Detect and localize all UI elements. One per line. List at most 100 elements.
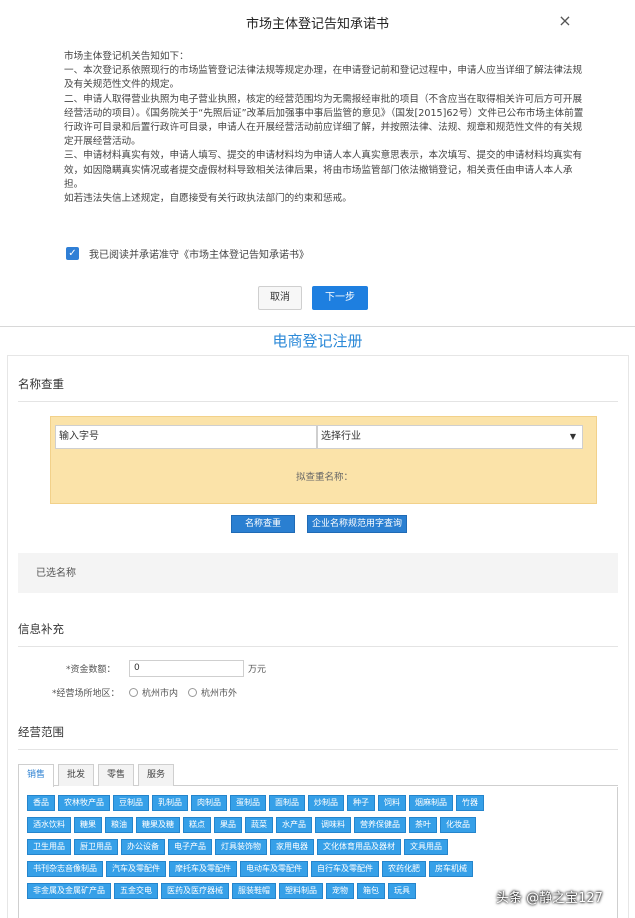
close-icon[interactable]: × (556, 12, 574, 30)
category-chip[interactable]: 箱包 (357, 883, 385, 899)
category-chip[interactable]: 农药化肥 (382, 861, 426, 877)
agree-row[interactable]: ✓ 我已阅读并承诺准守《市场主体登记告知承诺书》 (66, 246, 309, 261)
category-chip[interactable]: 水产品 (276, 817, 312, 833)
page-title: 电商登记注册 (272, 332, 363, 350)
capital-unit: 万元 (248, 665, 267, 675)
notice-text: 市场主体登记机关告知如下： 一、本次登记系依照现行的市场监管登记法律法规等规定办… (64, 50, 584, 206)
category-chip[interactable]: 农林牧产品 (58, 795, 110, 811)
category-chip[interactable]: 果品 (214, 817, 242, 833)
category-row: 书刊杂志音像制品 汽车及零配件 摩托车及零配件 电动车及零配件 自行车及零配件 农药化肥房… (27, 861, 476, 877)
name-norm-query-button[interactable]: 企业名称规范用字查询 (307, 515, 407, 533)
category-chip[interactable]: 酒水饮料 (27, 817, 71, 833)
category-chip[interactable]: 文具用品 (404, 839, 448, 855)
category-chip[interactable]: 粮油 (105, 817, 133, 833)
category-chip[interactable]: 茶叶 (409, 817, 437, 833)
category-row: 香品 农林牧产品 豆制品 乳制品 肉制品 蛋制品 面制品 炒制品 种子 饲料 烟麻制品 竹器 (27, 795, 487, 811)
industry-select[interactable]: 选择行业 ▼ (317, 425, 583, 449)
category-chip[interactable]: 非金属及金属矿产品 (27, 883, 111, 899)
radio-label: 杭州市内 (142, 689, 179, 699)
category-chip[interactable]: 营养保健品 (354, 817, 406, 833)
category-chip[interactable]: 书刊杂志音像制品 (27, 861, 103, 877)
cancel-button[interactable]: 取消 (258, 286, 302, 310)
agree-checkbox[interactable]: ✓ (66, 247, 79, 260)
name-query-panel: 输入字号 选择行业 ▼ 拟查重名称： (50, 416, 597, 504)
category-chip[interactable]: 电子产品 (168, 839, 212, 855)
name-check-button[interactable]: 名称查重 (231, 515, 295, 533)
category-chip[interactable]: 卫生用品 (27, 839, 71, 855)
category-chip[interactable]: 糕点 (183, 817, 211, 833)
capital-input[interactable]: 0 (129, 660, 244, 677)
category-chip[interactable]: 种子 (347, 795, 375, 811)
category-chip[interactable]: 文化体育用品及器材 (317, 839, 401, 855)
registration-form: 名称查重 输入字号 选择行业 ▼ 拟查重名称： 名称查重 企业名称规范用字查询 … (7, 355, 629, 918)
category-chip[interactable]: 自行车及零配件 (311, 861, 379, 877)
category-chip[interactable]: 调味料 (315, 817, 351, 833)
category-chip[interactable]: 饲料 (378, 795, 406, 811)
tab-sales[interactable]: 销售 (18, 764, 54, 787)
category-chip[interactable]: 摩托车及零配件 (169, 861, 237, 877)
tab-wholesale[interactable]: 批发 (58, 764, 94, 786)
industry-select-value: 选择行业 (321, 431, 361, 442)
category-chip[interactable]: 家用电器 (270, 839, 314, 855)
category-row: 卫生用品 厨卫用品 办公设备 电子产品 灯具装饰物 家用电器 文化体育用品及器材 文具用品 (27, 839, 451, 855)
category-chip[interactable]: 炒制品 (308, 795, 344, 811)
category-chip[interactable]: 玩具 (388, 883, 416, 899)
agree-label: 我已阅读并承诺准守《市场主体登记告知承诺书》 (89, 250, 309, 261)
next-step-button[interactable]: 下一步 (312, 286, 368, 310)
category-chip[interactable]: 肉制品 (191, 795, 227, 811)
commitment-modal: 市场主体登记告知承诺书 × 市场主体登记机关告知如下： 一、本次登记系依照现行的… (0, 0, 635, 326)
category-chip[interactable]: 厨卫用品 (74, 839, 118, 855)
notice-paragraph: 一、本次登记系依照现行的市场监管登记法律法规等规定办理，在申请登记前和登记过程中… (64, 65, 583, 91)
category-chip[interactable]: 面制品 (269, 795, 305, 811)
category-chip[interactable]: 豆制品 (113, 795, 149, 811)
category-chip[interactable]: 宠物 (326, 883, 354, 899)
selected-names-panel: 已选名称 (18, 553, 618, 593)
category-chip[interactable]: 竹器 (456, 795, 484, 811)
category-chip[interactable]: 医药及医疗器械 (161, 883, 229, 899)
category-chip[interactable]: 乳制品 (152, 795, 188, 811)
section-divider (18, 646, 618, 647)
section-divider (18, 749, 618, 750)
section-title-name-check: 名称查重 (18, 377, 64, 391)
selected-names-label: 已选名称 (36, 568, 76, 579)
category-chip[interactable]: 化妆品 (440, 817, 476, 833)
section-title-scope: 经营范围 (18, 725, 64, 739)
section-divider (18, 401, 618, 402)
notice-paragraph: 三、申请材料真实有效，申请人填写、提交的申请材料均为申请人本人真实意思表示，本次… (64, 150, 583, 190)
radio-icon (188, 688, 197, 697)
category-chip[interactable]: 香品 (27, 795, 55, 811)
category-chip[interactable]: 糖果及糖 (136, 817, 180, 833)
radio-hangzhou-inside[interactable]: 杭州市内 (129, 686, 178, 699)
category-chip[interactable]: 蔬菜 (245, 817, 273, 833)
radio-label: 杭州市外 (201, 689, 238, 699)
trade-name-input[interactable]: 输入字号 (55, 425, 317, 449)
category-chip[interactable]: 蛋制品 (230, 795, 266, 811)
tab-retail[interactable]: 零售 (98, 764, 134, 786)
area-label: *经营场所地区： (52, 689, 120, 699)
modal-title: 市场主体登记告知承诺书 (245, 17, 389, 32)
notice-paragraph: 如若违法失信上述规定，自愿接受有关行政执法部门的约束和惩戒。 (64, 193, 352, 205)
notice-paragraph: 市场主体登记机关告知如下： (64, 51, 189, 62)
tab-service[interactable]: 服务 (138, 764, 174, 786)
screenshot-divider (0, 326, 635, 327)
category-row: 酒水饮料 糖果 粮油 糖果及糖 糕点 果品 蔬菜 水产品 调味料 营养保健品 茶叶 化妆品 (27, 817, 479, 833)
category-chip[interactable]: 烟麻制品 (409, 795, 453, 811)
pending-name-label: 拟查重名称： (295, 472, 353, 483)
category-chip[interactable]: 电动车及零配件 (240, 861, 308, 877)
category-chip[interactable]: 五金交电 (114, 883, 158, 899)
category-chip[interactable]: 糖果 (74, 817, 102, 833)
category-chip[interactable]: 办公设备 (121, 839, 165, 855)
notice-paragraph: 二、申请人取得营业执照为电子营业执照，核定的经营范围均为无需报经审批的项目（不含… (64, 93, 584, 148)
capital-label: *资金数额： (66, 665, 116, 675)
category-chip[interactable]: 服装鞋帽 (232, 883, 276, 899)
category-chip[interactable]: 汽车及零配件 (106, 861, 166, 877)
category-chip[interactable]: 塑料制品 (279, 883, 323, 899)
section-title-info: 信息补充 (18, 622, 64, 636)
category-chip[interactable]: 房车机械 (429, 861, 473, 877)
category-chip[interactable]: 灯具装饰物 (215, 839, 267, 855)
scope-tabs: 销售 批发 零售 服务 (18, 764, 618, 787)
chevron-down-icon: ▼ (569, 432, 576, 441)
radio-icon (129, 688, 138, 697)
watermark: 头条 @静之宝127 (496, 891, 603, 906)
radio-hangzhou-outside[interactable]: 杭州市外 (188, 686, 237, 699)
